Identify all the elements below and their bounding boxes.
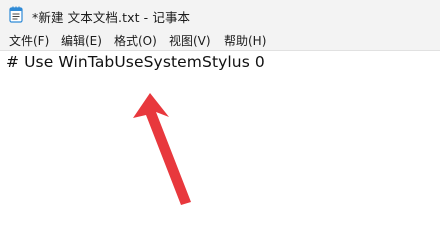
text-editor-area[interactable]: # Use WinTabUseSystemStylus 0 — [0, 51, 440, 251]
menu-file[interactable]: 文件(F) — [9, 32, 49, 49]
window-title: *新建 文本文档.txt - 记事本 — [32, 10, 191, 25]
menu-edit[interactable]: 编辑(E) — [61, 32, 102, 49]
editor-content[interactable]: # Use WinTabUseSystemStylus 0 — [6, 53, 265, 71]
menu-bar: 文件(F) 编辑(E) 格式(O) 视图(V) 帮助(H) — [0, 30, 440, 50]
menu-help[interactable]: 帮助(H) — [224, 32, 266, 49]
menu-view[interactable]: 视图(V) — [169, 32, 211, 49]
notepad-icon — [9, 6, 23, 23]
menu-format[interactable]: 格式(O) — [114, 32, 157, 49]
title-bar: *新建 文本文档.txt - 记事本 — [0, 0, 440, 30]
